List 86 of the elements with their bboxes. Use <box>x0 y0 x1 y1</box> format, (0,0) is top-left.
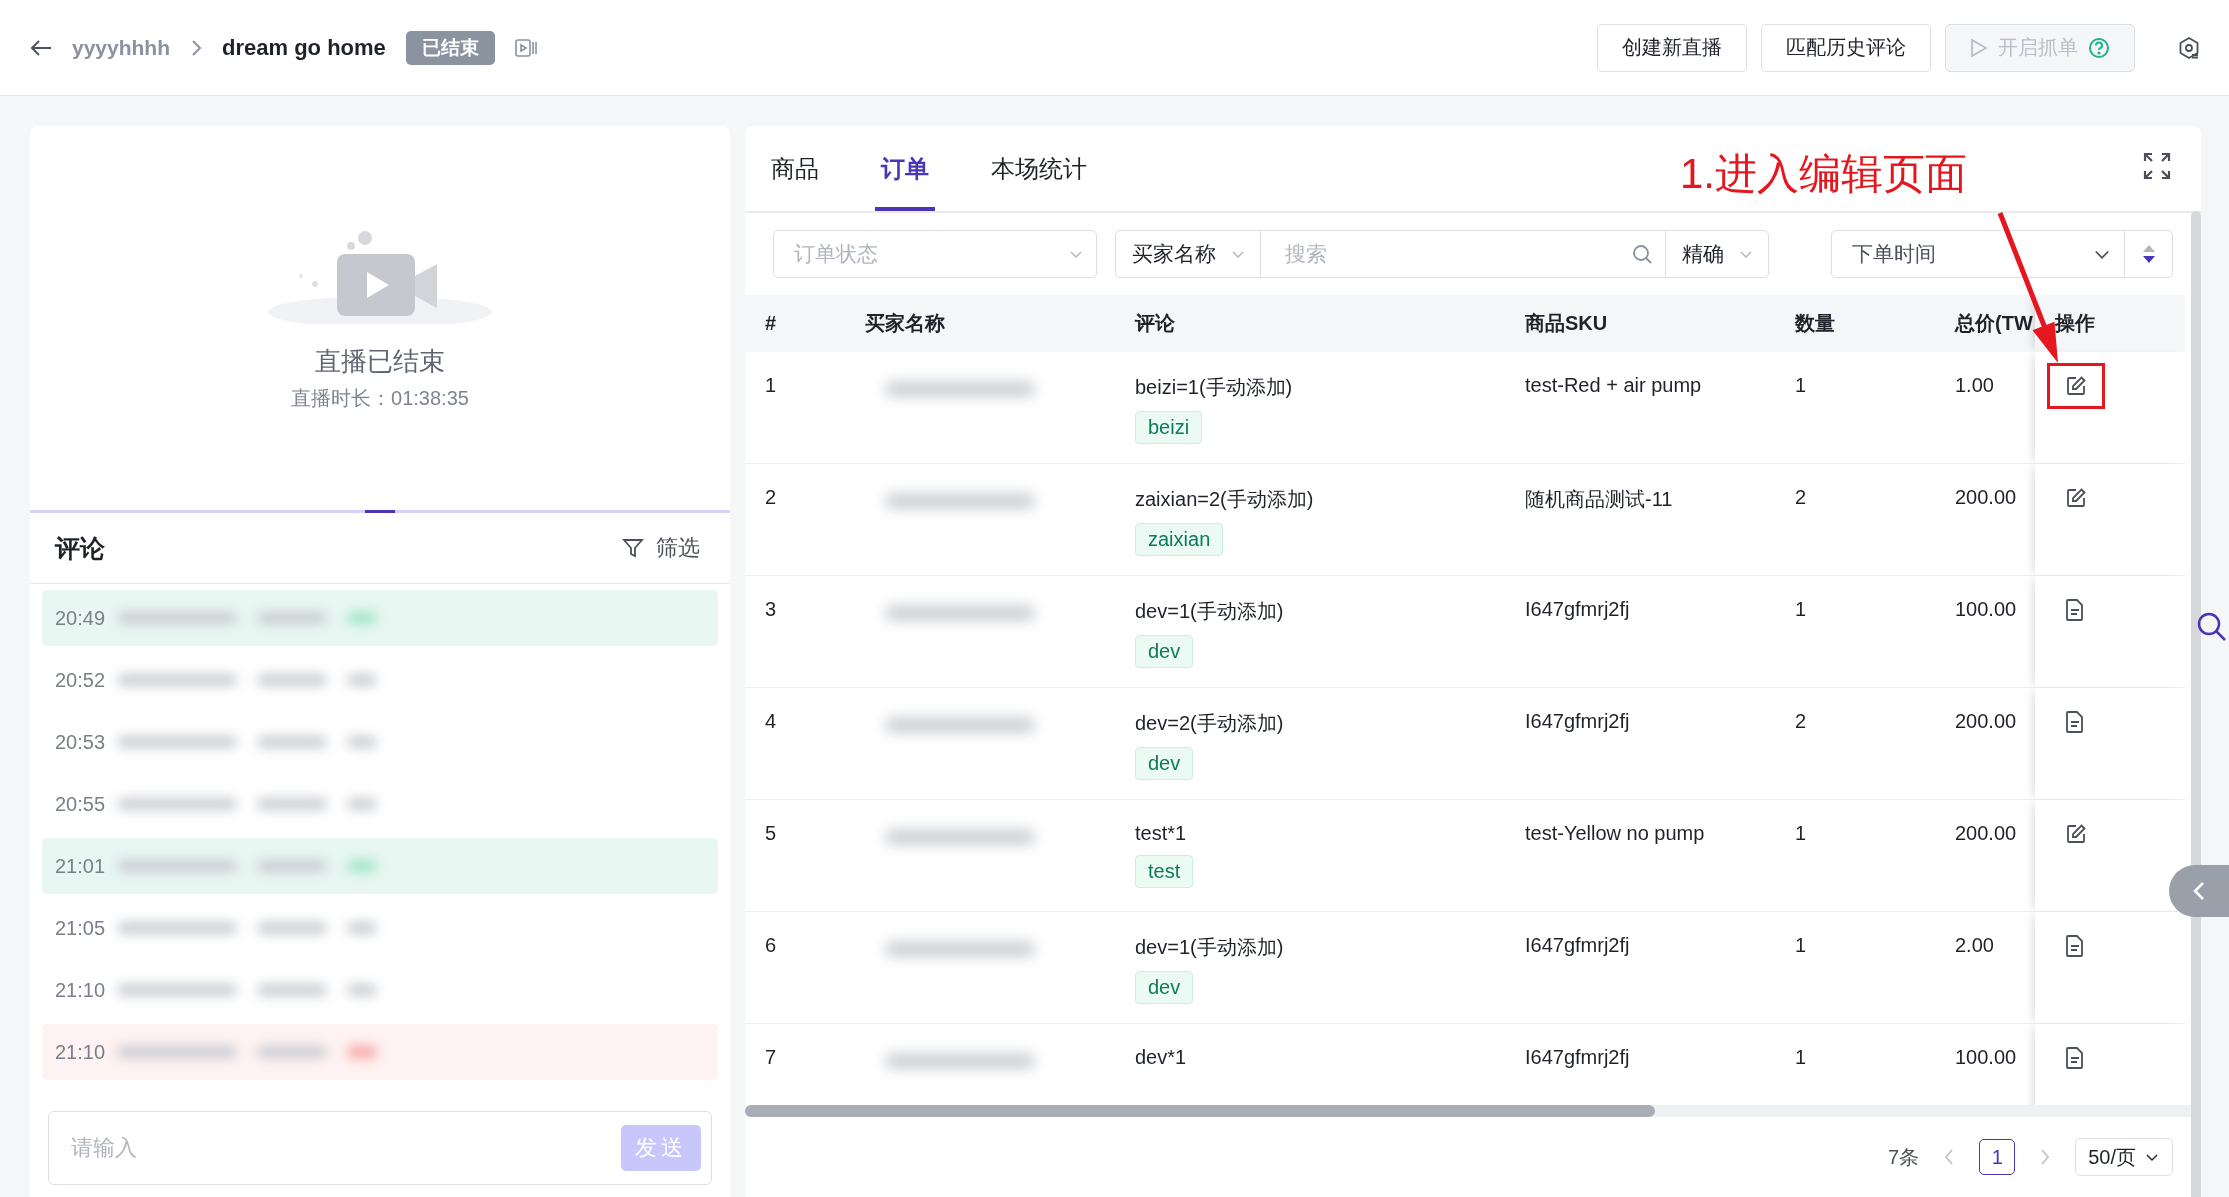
field-select[interactable]: 买家名称 <box>1116 231 1260 277</box>
table-cell: 1 <box>1775 352 1935 464</box>
keyword-tag: beizi <box>1135 411 1203 444</box>
edit-icon <box>2064 822 2088 846</box>
comment-time: 21:01 <box>55 854 107 878</box>
search-icon[interactable] <box>2195 610 2227 642</box>
comment-text: dev=2(手动添加) <box>1135 711 1284 736</box>
settings-icon[interactable] <box>2177 35 2201 60</box>
status-badge: 已结束 <box>405 30 495 65</box>
page-button[interactable]: 1 <box>1979 1139 2016 1175</box>
column-header: 数量 <box>1775 295 1935 352</box>
scrollbar[interactable] <box>2191 211 2201 1197</box>
edit-icon <box>2064 374 2088 398</box>
table-cell: 5 <box>745 800 845 912</box>
table-cell: test-Yellow no pump <box>1505 800 1775 912</box>
table-cell: test-Red + air pump <box>1505 352 1775 464</box>
document-icon <box>2064 1046 2086 1070</box>
table-cell: 6 <box>745 912 845 1024</box>
comment-time: 20:49 <box>55 606 107 630</box>
page-size-select[interactable]: 50/页 <box>2075 1138 2173 1176</box>
tab[interactable]: 订单 <box>875 152 935 211</box>
comment-time: 21:05 <box>55 916 107 940</box>
table-cell: I647gfmrj2fj <box>1505 688 1775 800</box>
comment-text: dev=1(手动添加) <box>1135 935 1284 960</box>
filter-button[interactable]: 筛选 <box>616 532 706 564</box>
column-header: 商品SKU <box>1505 295 1775 352</box>
table-cell: 1 <box>1775 912 1935 1024</box>
keyword-tag: dev <box>1135 635 1194 668</box>
comment-time: 21:10 <box>55 1040 107 1064</box>
chevron-right-icon <box>190 38 203 57</box>
fullscreen-icon <box>2143 152 2171 180</box>
comment-time: 20:55 <box>55 792 107 816</box>
table-cell: 4 <box>745 688 845 800</box>
comment-text: dev*1 <box>1135 1046 1187 1069</box>
keyword-tag: dev <box>1135 747 1194 780</box>
match-select[interactable]: 精确 <box>1666 231 1768 277</box>
column-header: 操作 <box>2035 295 2185 352</box>
comment-text: test*1 <box>1135 822 1187 845</box>
column-header: 买家名称 <box>845 295 1115 352</box>
tab[interactable]: 商品 <box>765 152 825 211</box>
collapse-button[interactable] <box>2169 865 2229 917</box>
video-list-icon[interactable] <box>514 37 537 58</box>
keyword-tag: test <box>1135 855 1194 888</box>
table-cell: 3 <box>745 576 845 688</box>
comment-text: zaixian=2(手动添加) <box>1135 487 1314 512</box>
table-cell: 1 <box>745 352 845 464</box>
table-cell: I647gfmrj2fj <box>1505 576 1775 688</box>
comment-text: beizi=1(手动添加) <box>1135 375 1293 400</box>
comment-text: dev=1(手动添加) <box>1135 599 1284 624</box>
help-icon <box>2088 36 2110 59</box>
keyword-tag: zaixian <box>1135 523 1224 556</box>
play-icon <box>1970 37 1988 58</box>
scrollbar-thumb[interactable] <box>745 1105 1655 1117</box>
column-header: 总价(TW <box>1935 295 2035 352</box>
annotation-text: 1.进入编辑页面 <box>1680 149 1968 199</box>
table-cell: 1 <box>1775 800 1935 912</box>
total-count: 7条 <box>1888 1144 1920 1170</box>
document-icon <box>2064 710 2086 734</box>
table-cell: I647gfmrj2fj <box>1505 912 1775 1024</box>
back-arrow-icon[interactable] <box>30 38 52 57</box>
search-icon <box>1631 243 1653 265</box>
comment-time: 21:10 <box>55 978 107 1002</box>
table-cell: 2 <box>1775 688 1935 800</box>
table-cell: 1 <box>1775 576 1935 688</box>
filter-icon <box>622 537 644 559</box>
column-header: # <box>745 295 845 352</box>
live-ended-text: 直播已结束 <box>315 345 445 378</box>
search-bar[interactable]: 买家名称 搜索 精确 <box>1115 230 1769 278</box>
column-header: 评论 <box>1115 295 1505 352</box>
keyword-tag: dev <box>1135 971 1194 1004</box>
edit-icon <box>2064 486 2088 510</box>
comment-time: 20:52 <box>55 668 107 692</box>
document-icon <box>2064 934 2086 958</box>
header-button[interactable]: 匹配历史评论 <box>1761 23 1931 72</box>
table-cell: 2 <box>1775 464 1935 576</box>
document-icon <box>2064 598 2086 622</box>
row-action-button[interactable] <box>2047 363 2105 409</box>
table-cell: 随机商品测试-11 <box>1505 464 1775 576</box>
duration-text: 直播时长：01:38:35 <box>291 386 469 411</box>
comments-title: 评论 <box>55 532 105 564</box>
table-cell: 2 <box>745 464 845 576</box>
live-title: dream go home <box>222 34 386 61</box>
tab[interactable]: 本场统计 <box>985 152 1093 211</box>
comment-time: 20:53 <box>55 730 107 754</box>
header-button[interactable]: 创建新直播 <box>1597 23 1747 72</box>
chevron-left-icon <box>2192 880 2206 902</box>
